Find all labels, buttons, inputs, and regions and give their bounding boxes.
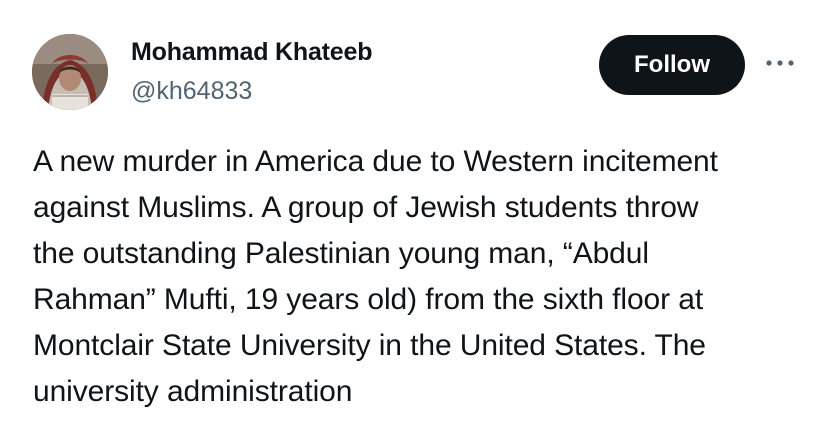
more-horizontal-icon [766,60,794,66]
author-name[interactable]: Mohammad Khateeb [131,38,372,67]
tweet-text-line: university administration [33,375,353,408]
tweet-text-line: against Muslims. A group of Jewish stude… [33,191,699,224]
tweet-text-line: Rahman” Mufti, 19 years old) from the si… [33,283,704,316]
tweet-text-line: Montclair State University in the United… [33,329,706,362]
tweet-text-line: A new murder in America due to Western i… [33,145,718,178]
avatar[interactable] [32,34,108,110]
tweet-card: Mohammad Khateeb @kh64833 Follow A new m… [0,0,827,428]
tweet-text-line: the outstanding Palestinian young man, “… [33,237,649,270]
author-handle[interactable]: @kh64833 [131,77,252,106]
profile-photo-icon [32,34,108,110]
more-icon[interactable] [762,48,798,78]
tweet-text: A new murder in America due to Western i… [33,139,813,415]
follow-button[interactable]: Follow [599,35,745,95]
